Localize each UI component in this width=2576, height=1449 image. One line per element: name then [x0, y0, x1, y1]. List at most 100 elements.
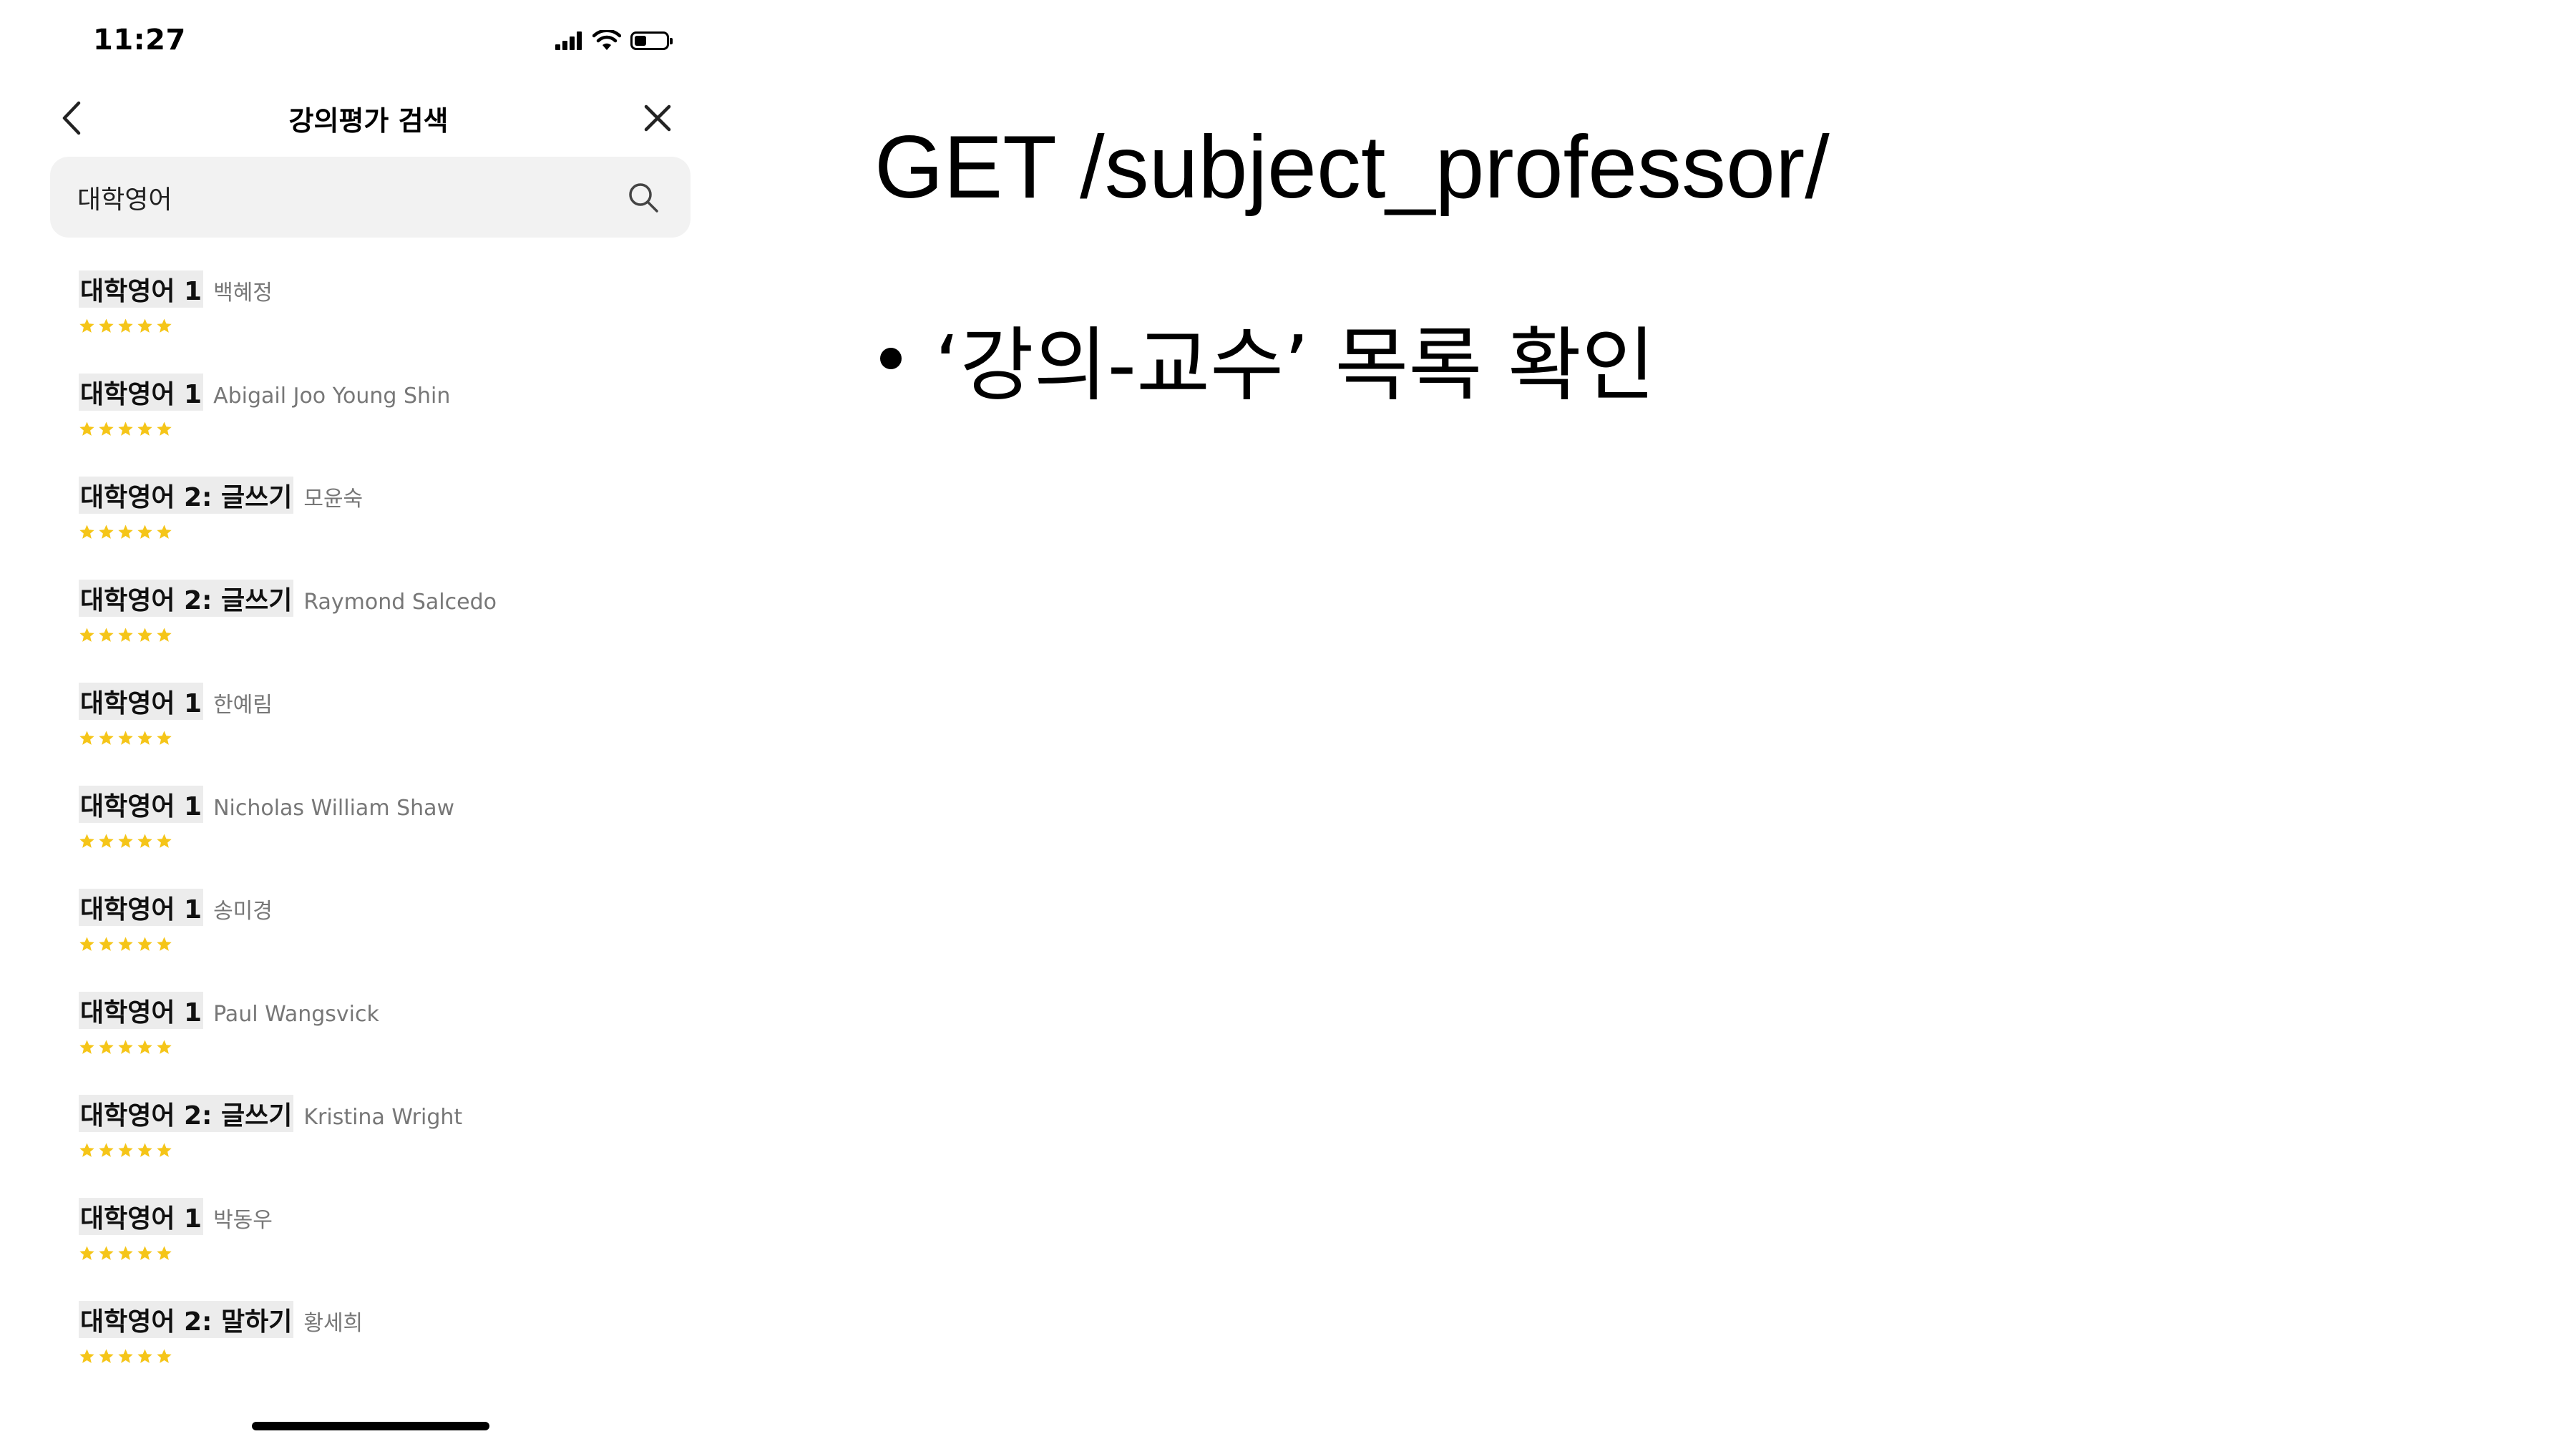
professor-name: 백혜정 [213, 280, 273, 306]
subject-name: 대학영어 2: 글쓰기 [79, 580, 294, 617]
star-icon [157, 318, 172, 333]
subject-name: 대학영어 1 [79, 1198, 204, 1235]
star-icon [118, 834, 133, 848]
star-icon [79, 1040, 94, 1054]
list-item[interactable]: 대학영어 1 Abigail Joo Young Shin [79, 374, 708, 477]
rating-stars [79, 524, 708, 540]
rating-stars [79, 936, 708, 952]
subject-name: 대학영어 2: 글쓰기 [79, 477, 294, 514]
star-icon [118, 525, 133, 539]
star-icon [118, 318, 133, 333]
star-icon [79, 834, 94, 848]
professor-name: Kristina Wright [303, 1105, 463, 1130]
subject-name: 대학영어 1 [79, 270, 204, 308]
professor-name: Nicholas William Shaw [213, 796, 455, 821]
star-icon [99, 1143, 114, 1157]
rating-stars [79, 730, 708, 746]
star-icon [99, 525, 114, 539]
list-item[interactable]: 대학영어 1 송미경 [79, 889, 708, 992]
result-line: 대학영어 2: 글쓰기 Raymond Salcedo [79, 580, 708, 617]
list-item[interactable]: 대학영어 2: 글쓰기 모윤숙 [79, 477, 708, 580]
star-icon [137, 628, 152, 642]
star-icon [79, 731, 94, 745]
star-icon [79, 1349, 94, 1363]
rating-stars [79, 421, 708, 437]
star-icon [79, 937, 94, 951]
result-line: 대학영어 1 박동우 [79, 1198, 708, 1235]
result-line: 대학영어 2: 말하기 황세희 [79, 1301, 708, 1338]
rating-stars [79, 833, 708, 849]
list-item[interactable]: 대학영어 2: 글쓰기 Raymond Salcedo [79, 580, 708, 683]
star-icon [99, 1246, 114, 1260]
wifi-icon [592, 30, 621, 50]
slide-bullet: ‘강의-교수’ 목록 확인 [880, 301, 1655, 416]
star-icon [118, 1246, 133, 1260]
professor-name: 송미경 [213, 899, 273, 924]
star-icon [137, 937, 152, 951]
star-icon [118, 731, 133, 745]
list-item[interactable]: 대학영어 1 백혜정 [79, 270, 708, 374]
result-line: 대학영어 1 송미경 [79, 889, 708, 926]
result-line: 대학영어 2: 글쓰기 Kristina Wright [79, 1095, 708, 1132]
search-icon[interactable] [627, 181, 660, 214]
star-icon [118, 628, 133, 642]
rating-stars [79, 1142, 708, 1158]
star-icon [118, 1143, 133, 1157]
status-time: 11:27 [93, 24, 186, 57]
star-icon [99, 318, 114, 333]
search-input[interactable] [77, 157, 635, 238]
rating-stars [79, 1039, 708, 1055]
page-title: 강의평가 검색 [288, 105, 449, 137]
list-item[interactable]: 대학영어 1 박동우 [79, 1198, 708, 1301]
star-icon [157, 731, 172, 745]
result-list: 대학영어 1 백혜정 대학영어 1 Abigail Joo Young Shin 대학영… [79, 270, 708, 1404]
professor-name: Raymond Salcedo [303, 590, 497, 615]
result-line: 대학영어 1 Abigail Joo Young Shin [79, 374, 708, 411]
star-icon [79, 318, 94, 333]
star-icon [99, 937, 114, 951]
list-item[interactable]: 대학영어 1 한예림 [79, 683, 708, 786]
star-icon [118, 421, 133, 436]
rating-stars [79, 627, 708, 643]
star-icon [99, 1349, 114, 1363]
star-icon [137, 1143, 152, 1157]
rating-stars [79, 1245, 708, 1262]
subject-name: 대학영어 2: 말하기 [79, 1301, 294, 1338]
result-line: 대학영어 1 백혜정 [79, 270, 708, 308]
list-item[interactable]: 대학영어 1 Paul Wangsvick [79, 992, 708, 1095]
rating-stars [79, 318, 708, 334]
close-button[interactable] [640, 100, 675, 136]
professor-name: Abigail Joo Young Shin [213, 384, 451, 409]
star-icon [157, 1040, 172, 1054]
star-icon [118, 937, 133, 951]
star-icon [157, 834, 172, 848]
signal-icon [555, 31, 584, 50]
star-icon [137, 1349, 152, 1363]
result-line: 대학영어 1 한예림 [79, 683, 708, 720]
star-icon [79, 421, 94, 436]
list-item[interactable]: 대학영어 2: 말하기 황세희 [79, 1301, 708, 1404]
list-item[interactable]: 대학영어 1 Nicholas William Shaw [79, 786, 708, 889]
slide-title: GET /subject_professor/ [874, 118, 1830, 217]
star-icon [157, 628, 172, 642]
star-icon [118, 1040, 133, 1054]
star-icon [157, 1246, 172, 1260]
professor-name: 박동우 [213, 1208, 273, 1233]
professor-name: 한예림 [213, 693, 273, 718]
star-icon [79, 1246, 94, 1260]
rating-stars [79, 1348, 708, 1365]
subject-name: 대학영어 1 [79, 786, 204, 823]
star-icon [79, 1143, 94, 1157]
subject-name: 대학영어 1 [79, 889, 204, 926]
search-bar[interactable] [50, 157, 691, 238]
result-line: 대학영어 2: 글쓰기 모윤숙 [79, 477, 708, 514]
result-line: 대학영어 1 Nicholas William Shaw [79, 786, 708, 823]
professor-name: Paul Wangsvick [213, 1002, 379, 1027]
home-indicator[interactable] [252, 1422, 489, 1430]
star-icon [118, 1349, 133, 1363]
bullet-dot [880, 348, 902, 369]
star-icon [99, 834, 114, 848]
slide-bullet-text: ‘강의-교수’ 목록 확인 [935, 319, 1656, 412]
list-item[interactable]: 대학영어 2: 글쓰기 Kristina Wright [79, 1095, 708, 1198]
star-icon [99, 731, 114, 745]
